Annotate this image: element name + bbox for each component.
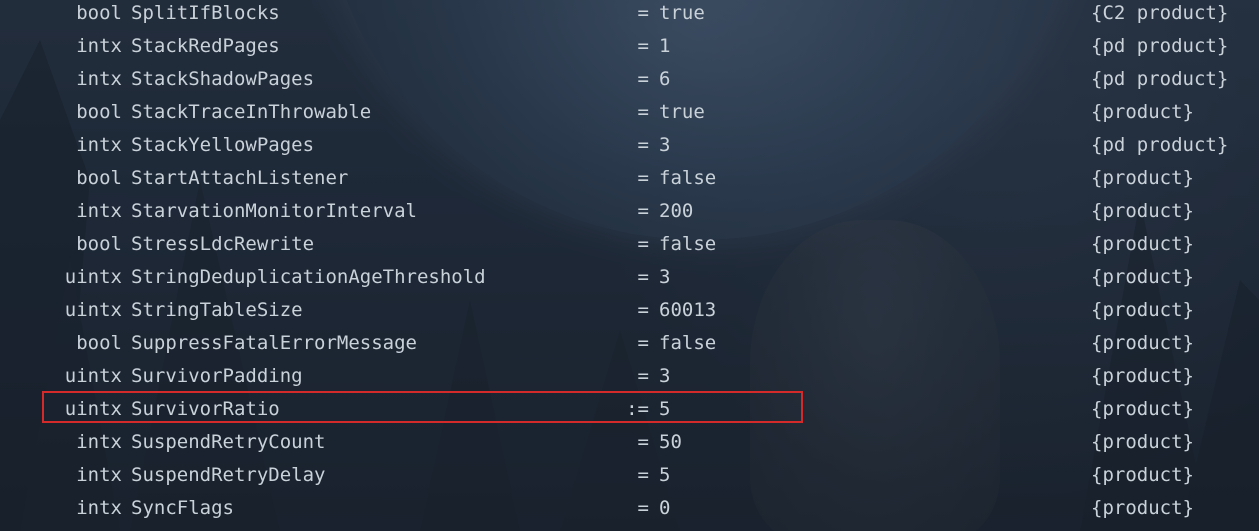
flag-value: 5	[659, 464, 671, 486]
flag-value: 200	[659, 200, 694, 222]
flag-value: 60013	[659, 299, 717, 321]
flag-type: uintx	[64, 365, 122, 387]
flag-assign-operator: =	[637, 431, 649, 453]
flag-name: StringTableSize	[131, 299, 303, 321]
flag-row: uintx StringTableSize = 60013 {product}	[0, 297, 1259, 330]
flag-origin: {product}	[1091, 233, 1194, 255]
flag-name: StackTraceInThrowable	[131, 101, 372, 123]
flag-origin: {product}	[1091, 497, 1194, 519]
flag-value: 0	[659, 497, 671, 519]
flag-assign-operator: =	[637, 266, 649, 288]
flag-name: StackShadowPages	[131, 68, 315, 90]
flag-row: intx StackRedPages = 1 {pd product}	[0, 33, 1259, 66]
flag-origin: {C2 product}	[1091, 2, 1229, 24]
flag-name: StarvationMonitorInterval	[131, 200, 417, 222]
flag-name: StartAttachListener	[131, 167, 349, 189]
flag-type: bool	[76, 2, 122, 24]
flag-row: bool StressLdcRewrite = false {product}	[0, 231, 1259, 264]
flag-origin: {product}	[1091, 200, 1194, 222]
flag-assign-operator: =	[637, 101, 649, 123]
flag-row: bool SuppressFatalErrorMessage = false {prod…	[0, 330, 1259, 363]
flag-origin: {pd product}	[1091, 35, 1229, 57]
flag-assign-operator: =	[637, 35, 649, 57]
flag-type: intx	[76, 464, 122, 486]
flag-row: bool SplitIfBlocks = true {C2 product}	[0, 0, 1259, 33]
flag-origin: {product}	[1091, 464, 1194, 486]
highlight-box	[42, 391, 803, 423]
flag-assign-operator: =	[637, 464, 649, 486]
flag-origin: {pd product}	[1091, 68, 1229, 90]
flag-assign-operator: =	[637, 68, 649, 90]
flag-type: bool	[76, 233, 122, 255]
flag-assign-operator: =	[637, 167, 649, 189]
flag-type: intx	[76, 431, 122, 453]
flag-name: StackYellowPages	[131, 134, 315, 156]
flag-row: intx SuspendRetryCount = 50 {product}	[0, 429, 1259, 462]
flag-value: 3	[659, 134, 671, 156]
flag-value: false	[659, 233, 717, 255]
flag-name: SuspendRetryCount	[131, 431, 326, 453]
flag-row: bool StartAttachListener = false {product}	[0, 165, 1259, 198]
flag-assign-operator: =	[637, 299, 649, 321]
flag-value: 1	[659, 35, 671, 57]
flag-assign-operator: =	[637, 200, 649, 222]
flag-row: intx SuspendRetryDelay = 5 {product}	[0, 462, 1259, 495]
flag-type: intx	[76, 134, 122, 156]
flag-type: bool	[76, 167, 122, 189]
terminal-output: bool SplitIfBlocks = true {C2 product} intx St…	[0, 0, 1259, 531]
flag-row: intx StarvationMonitorInterval = 200 {produc…	[0, 198, 1259, 231]
flag-origin: {product}	[1091, 266, 1194, 288]
flag-assign-operator: =	[637, 233, 649, 255]
flag-name: StressLdcRewrite	[131, 233, 315, 255]
flag-name: StringDeduplicationAgeThreshold	[131, 266, 486, 288]
flag-row: uintx StringDeduplicationAgeThreshold = 3 {p…	[0, 264, 1259, 297]
flag-type: intx	[76, 497, 122, 519]
flag-origin: {product}	[1091, 332, 1194, 354]
flag-type: uintx	[64, 299, 122, 321]
flag-name: SplitIfBlocks	[131, 2, 280, 24]
flag-origin: {product}	[1091, 365, 1194, 387]
flag-origin: {product}	[1091, 431, 1194, 453]
flag-name: StackRedPages	[131, 35, 280, 57]
flag-type: intx	[76, 35, 122, 57]
flag-assign-operator: =	[637, 332, 649, 354]
flag-value: true	[659, 101, 705, 123]
flag-assign-operator: =	[637, 497, 649, 519]
flag-type: bool	[76, 101, 122, 123]
flag-name: SuppressFatalErrorMessage	[131, 332, 417, 354]
flag-row: intx SyncFlags = 0 {product}	[0, 495, 1259, 528]
flag-type: uintx	[64, 266, 122, 288]
flag-name: SuspendRetryDelay	[131, 464, 326, 486]
flag-origin: {pd product}	[1091, 134, 1229, 156]
flag-value: 50	[659, 431, 682, 453]
flag-value: true	[659, 2, 705, 24]
flag-type: intx	[76, 200, 122, 222]
flag-origin: {product}	[1091, 101, 1194, 123]
flag-origin: {product}	[1091, 299, 1194, 321]
flag-value: false	[659, 167, 717, 189]
flag-row: intx StackShadowPages = 6 {pd product}	[0, 66, 1259, 99]
flag-origin: {product}	[1091, 398, 1194, 420]
flag-row: bool StackTraceInThrowable = true {product}	[0, 99, 1259, 132]
flag-name: SurvivorPadding	[131, 365, 303, 387]
flag-row: intx StackYellowPages = 3 {pd product}	[0, 132, 1259, 165]
flag-name: SyncFlags	[131, 497, 234, 519]
flag-value: 6	[659, 68, 671, 90]
flag-assign-operator: =	[637, 134, 649, 156]
flag-value: 3	[659, 266, 671, 288]
flag-value: false	[659, 332, 717, 354]
flag-assign-operator: =	[637, 365, 649, 387]
flag-origin: {product}	[1091, 167, 1194, 189]
flag-type: intx	[76, 68, 122, 90]
flag-type: bool	[76, 332, 122, 354]
flag-value: 3	[659, 365, 671, 387]
flag-assign-operator: =	[637, 2, 649, 24]
